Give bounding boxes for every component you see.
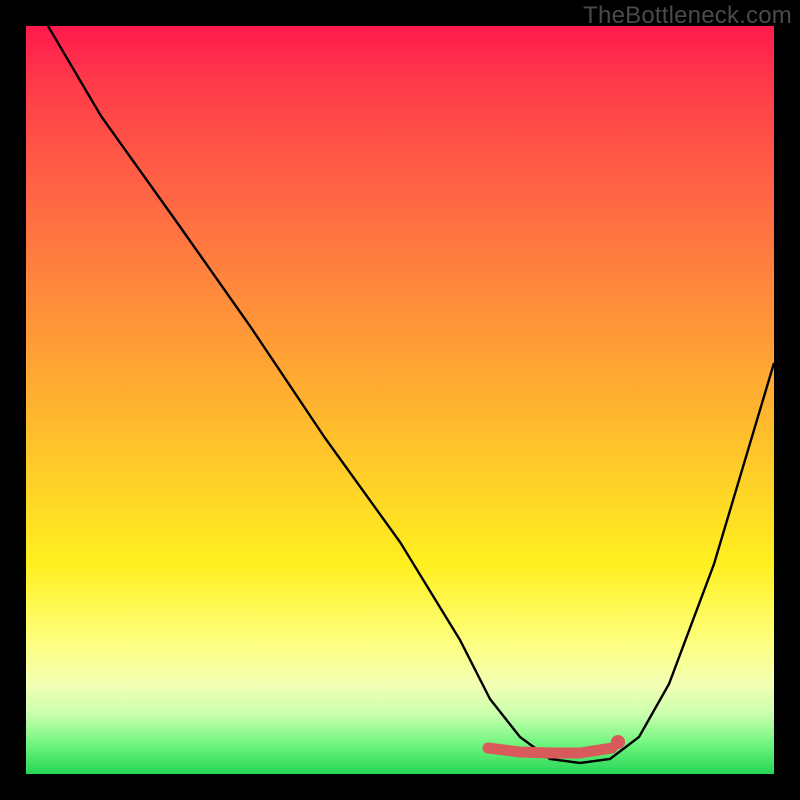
watermark-text: TheBottleneck.com xyxy=(583,2,792,30)
marker-dot xyxy=(611,735,625,749)
chart-frame: TheBottleneck.com xyxy=(0,0,800,800)
curve-line xyxy=(48,26,774,763)
marker-band xyxy=(488,748,612,753)
chart-svg xyxy=(26,26,774,774)
plot-area xyxy=(26,26,774,774)
